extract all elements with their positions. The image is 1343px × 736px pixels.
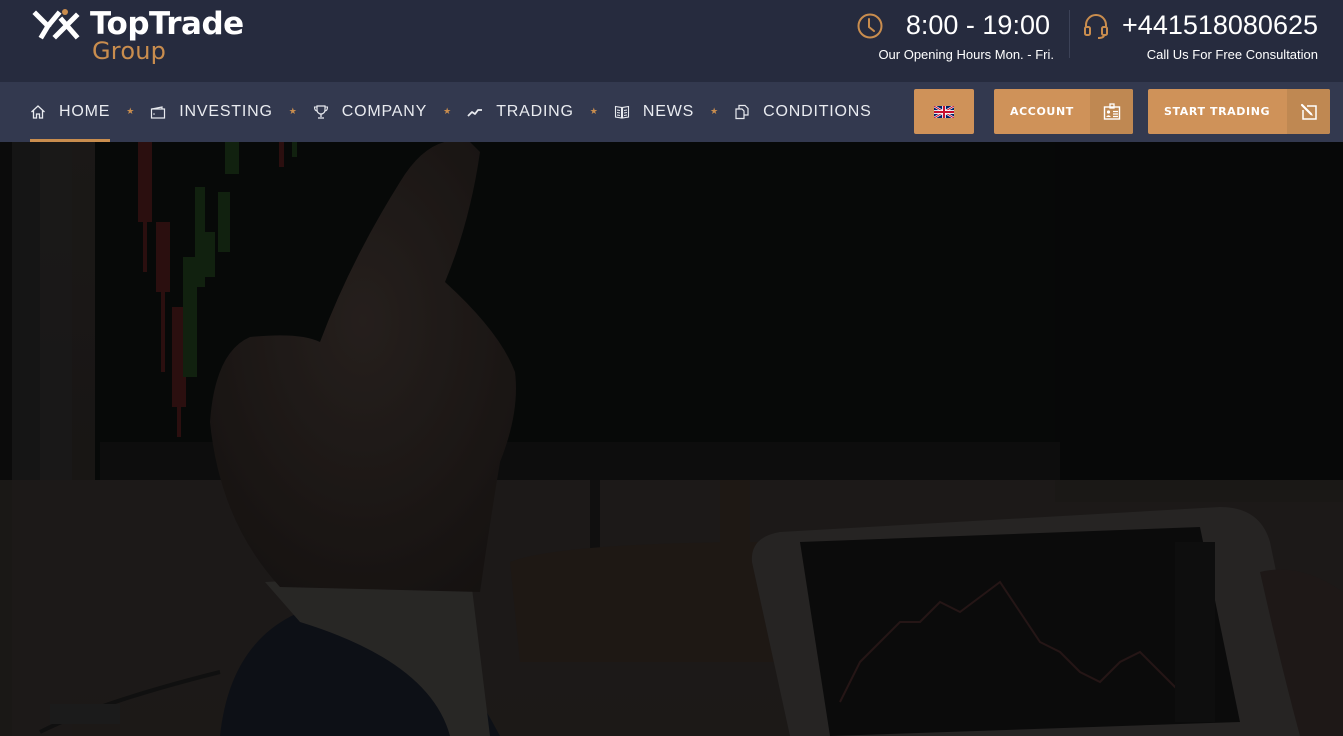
nav-item-company[interactable]: COMPANY xyxy=(313,82,427,142)
trophy-icon xyxy=(313,105,328,119)
nav-label: TRADING xyxy=(496,103,574,120)
nav-label: INVESTING xyxy=(179,103,273,120)
id-card-icon xyxy=(1103,102,1120,120)
nav-label: NEWS xyxy=(642,103,695,120)
language-selector-button[interactable] xyxy=(914,89,974,134)
account-label: ACCOUNT xyxy=(1010,105,1074,118)
opening-hours: 8:00 - 19:00 Our Opening Hours Mon. - Fr… xyxy=(856,10,1056,66)
start-trading-button[interactable]: START TRADING xyxy=(1148,89,1330,134)
phone-contact[interactable]: +441518080625 Call Us For Free Consultat… xyxy=(1082,10,1332,66)
nav-label: CONDITIONS xyxy=(763,103,872,120)
nav-label: COMPANY xyxy=(341,103,428,120)
logo-subtitle: Group xyxy=(92,37,167,65)
hours-value: 8:00 - 19:00 xyxy=(905,10,1050,40)
top-header: TopTrade Group 8:00 - 19:00 Our Opening … xyxy=(0,0,1343,82)
wallet-icon xyxy=(151,106,166,119)
logo[interactable]: TopTrade Group xyxy=(32,4,282,70)
hours-label: Our Opening Hours Mon. - Fri. xyxy=(878,47,1054,62)
phone-label: Call Us For Free Consultation xyxy=(1146,47,1318,62)
home-icon xyxy=(31,105,45,119)
nav-item-investing[interactable]: INVESTING xyxy=(150,82,272,142)
nav-label: HOME xyxy=(59,103,111,120)
star-icon: ★ xyxy=(126,107,135,117)
clock-icon xyxy=(857,13,883,39)
uk-flag-icon xyxy=(934,105,954,118)
star-icon: ★ xyxy=(710,107,719,117)
trend-line-icon xyxy=(467,109,483,117)
header-divider xyxy=(1069,10,1070,58)
headset-icon xyxy=(1084,14,1108,39)
nav-menu: HOME ★ INVESTING ★ COMPANY ★ TRADING ★ N… xyxy=(30,82,872,142)
star-icon: ★ xyxy=(589,107,598,117)
phone-number[interactable]: +441518080625 xyxy=(1122,10,1318,41)
main-navigation: HOME ★ INVESTING ★ COMPANY ★ TRADING ★ N… xyxy=(0,82,1343,142)
account-icon-box xyxy=(1090,89,1133,134)
hero-background-image xyxy=(0,142,1343,736)
documents-icon xyxy=(735,104,749,120)
account-button[interactable]: ACCOUNT xyxy=(994,89,1133,134)
star-icon: ★ xyxy=(288,107,297,117)
start-trading-label: START TRADING xyxy=(1164,105,1271,118)
start-trading-icon-box xyxy=(1287,89,1330,134)
nav-item-conditions[interactable]: CONDITIONS xyxy=(734,82,871,142)
newspaper-icon xyxy=(614,105,629,119)
nav-item-news[interactable]: NEWS xyxy=(614,82,694,142)
nav-item-trading[interactable]: TRADING xyxy=(467,82,574,142)
hero-banner xyxy=(0,142,1343,736)
star-icon: ★ xyxy=(443,107,452,117)
crossed-arrows-logo-icon xyxy=(32,9,80,40)
external-pencil-icon xyxy=(1300,103,1317,120)
nav-item-home[interactable]: HOME xyxy=(30,82,111,142)
